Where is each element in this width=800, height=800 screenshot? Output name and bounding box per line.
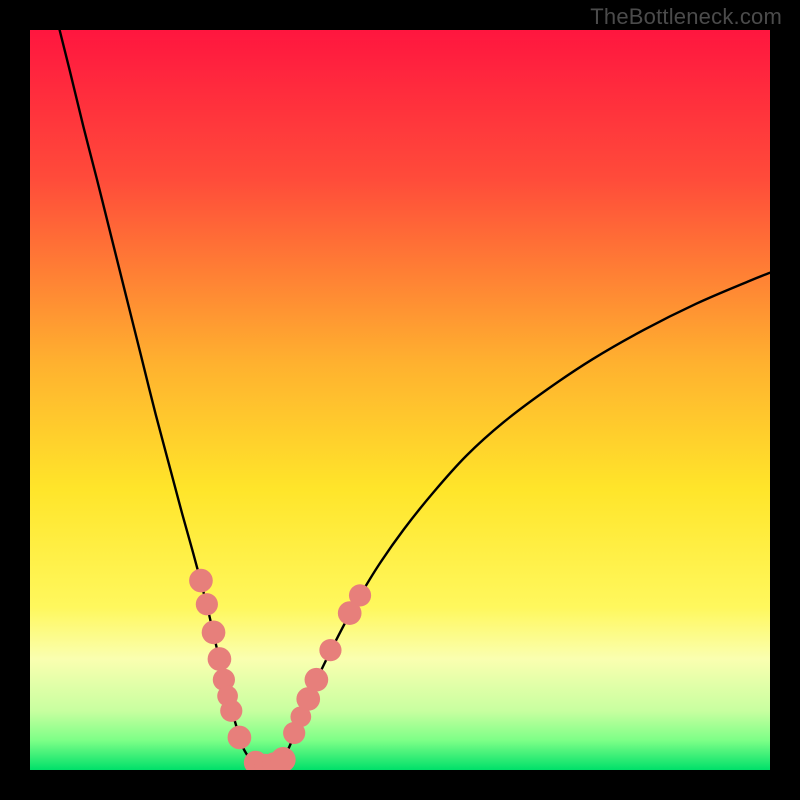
marker-dot <box>189 569 213 593</box>
marker-dot <box>228 726 252 750</box>
marker-dot <box>220 700 242 722</box>
gradient-background <box>30 30 770 770</box>
marker-dot <box>319 639 341 661</box>
chart-frame: TheBottleneck.com <box>0 0 800 800</box>
marker-dot <box>305 668 329 692</box>
marker-dot <box>202 621 226 645</box>
chart-svg <box>30 30 770 770</box>
plot-area <box>30 30 770 770</box>
watermark-text: TheBottleneck.com <box>590 4 782 30</box>
marker-dot <box>196 593 218 615</box>
marker-dot <box>349 584 371 606</box>
marker-dot <box>208 647 232 671</box>
